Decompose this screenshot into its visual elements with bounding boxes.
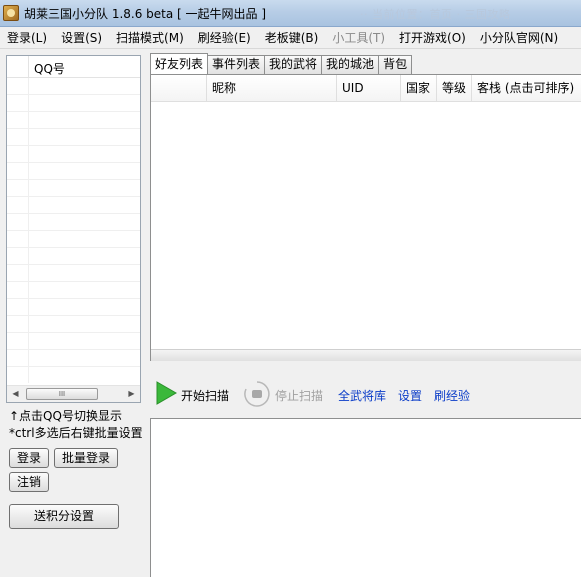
tab-backpack[interactable]: 背包 [378,55,413,74]
qq-list-row-index-cell [7,180,29,196]
qq-list-row-index-cell [7,95,29,111]
qq-list-empty-row [7,112,140,129]
grid-col-level[interactable]: 等级 [437,75,472,102]
qq-list-empty-row [7,146,140,163]
grid-col-country[interactable]: 国家 [401,75,437,102]
tab-events[interactable]: 事件列表 [207,55,266,74]
qq-list-empty-row [7,231,140,248]
grid-col-index[interactable] [151,75,207,102]
menu-scan-mode[interactable]: 扫描模式(M) [109,28,191,48]
menu-login[interactable]: 登录(L) [0,28,54,48]
batch-login-button[interactable]: 批量登录 [54,448,118,468]
tab-friends[interactable]: 好友列表 [150,53,209,74]
scroll-left-icon[interactable]: ◀ [7,386,24,402]
title-bar-ghost-text: ·· 当前位置：首页 · 三国攻略 [360,8,511,21]
tab-strip: 好友列表 事件列表 我的武将 我的城池 背包 [150,53,413,74]
qq-list-row-index-cell [7,367,29,383]
qq-list-empty-row [7,265,140,282]
menu-open-game[interactable]: 打开游戏(O) [392,28,473,48]
qq-list-row-index-cell [7,146,29,162]
qq-list-header: QQ号 [7,56,140,78]
qq-list-row-index-cell [7,214,29,230]
play-icon[interactable] [155,381,177,405]
menu-boss-key[interactable]: 老板键(B) [258,28,326,48]
grid-col-nickname[interactable]: 昵称 [207,75,337,102]
qq-list-empty-row [7,282,140,299]
scroll-thumb[interactable]: III [26,388,98,400]
qq-list-empty-row [7,316,140,333]
qq-column-header[interactable]: QQ号 [29,56,65,77]
qq-list-empty-row [7,180,140,197]
qq-list-empty-row [7,129,140,146]
friends-grid[interactable]: 昵称 UID 国家 等级 客栈 (点击可排序) [150,74,581,361]
qq-list-empty-row [7,367,140,383]
qq-list-row-index-cell [7,197,29,213]
menu-farm-exp[interactable]: 刷经验(E) [191,28,258,48]
qq-list-row-index-cell [7,248,29,264]
window-title: 胡莱三国小分队 1.8.6 beta [ 一起牛网出品 ] [24,6,267,21]
qq-list-row-index-cell [7,112,29,128]
qq-list-rows [7,78,140,383]
menu-official-site[interactable]: 小分队官网(N) [473,28,565,48]
grid-col-inn[interactable]: 客栈 (点击可排序) [472,75,581,102]
grid-scrollbar[interactable] [151,349,581,361]
qq-list-row-index-cell [7,350,29,366]
qq-list-row-index-cell [7,163,29,179]
qq-list-row-index-cell [7,282,29,298]
menu-tools[interactable]: 小工具(T) [325,28,392,48]
grid-header: 昵称 UID 国家 等级 客栈 (点击可排序) [151,75,581,102]
qq-list-empty-row [7,214,140,231]
grid-col-uid[interactable]: UID [337,75,401,102]
log-area[interactable] [150,418,581,577]
tab-my-generals[interactable]: 我的武将 [264,55,323,74]
qq-list-row-index-cell [7,231,29,247]
qq-list-row-index-cell [7,129,29,145]
farm-exp-link[interactable]: 刷经验 [434,387,470,404]
menu-settings[interactable]: 设置(S) [54,28,109,48]
logout-button[interactable]: 注销 [9,472,49,492]
qq-list-row-index-cell [7,316,29,332]
tab-my-cities[interactable]: 我的城池 [321,55,380,74]
app-icon [3,5,19,21]
qq-list-scrollbar[interactable]: ◀ III ▶ [7,385,140,402]
qq-list-empty-row [7,248,140,265]
qq-list-empty-row [7,197,140,214]
stop-icon [244,381,270,407]
qq-list-row-index-cell [7,333,29,349]
start-scan-button[interactable]: 开始扫描 [181,387,229,404]
qq-list-row-index-cell [7,265,29,281]
qq-list-empty-row [7,333,140,350]
login-button[interactable]: 登录 [9,448,49,468]
hint-ctrl-multiselect: *ctrl多选后右键批量设置 [9,426,143,440]
scroll-right-icon[interactable]: ▶ [123,386,140,402]
stop-scan-button[interactable]: 停止扫描 [275,387,323,404]
menu-bar: 登录(L) 设置(S) 扫描模式(M) 刷经验(E) 老板键(B) 小工具(T)… [0,27,581,49]
send-points-settings-button[interactable]: 送积分设置 [9,504,119,529]
qq-list-empty-row [7,95,140,112]
qq-list-row-index-cell [7,78,29,94]
qq-list-empty-row [7,163,140,180]
title-bar[interactable]: 胡莱三国小分队 1.8.6 beta [ 一起牛网出品 ] ·· 当前位置：首页… [0,0,581,27]
qq-list-empty-row [7,299,140,316]
qq-list[interactable]: QQ号 ◀ III ▶ [6,55,141,403]
hint-click-qq: ↑点击QQ号切换显示 [9,409,122,423]
settings-link[interactable]: 设置 [398,387,422,404]
all-generals-link[interactable]: 全武将库 [338,387,386,404]
qq-list-empty-row [7,350,140,367]
qq-list-row-index-cell [7,299,29,315]
qq-list-header-index [7,56,29,77]
qq-list-empty-row [7,78,140,95]
